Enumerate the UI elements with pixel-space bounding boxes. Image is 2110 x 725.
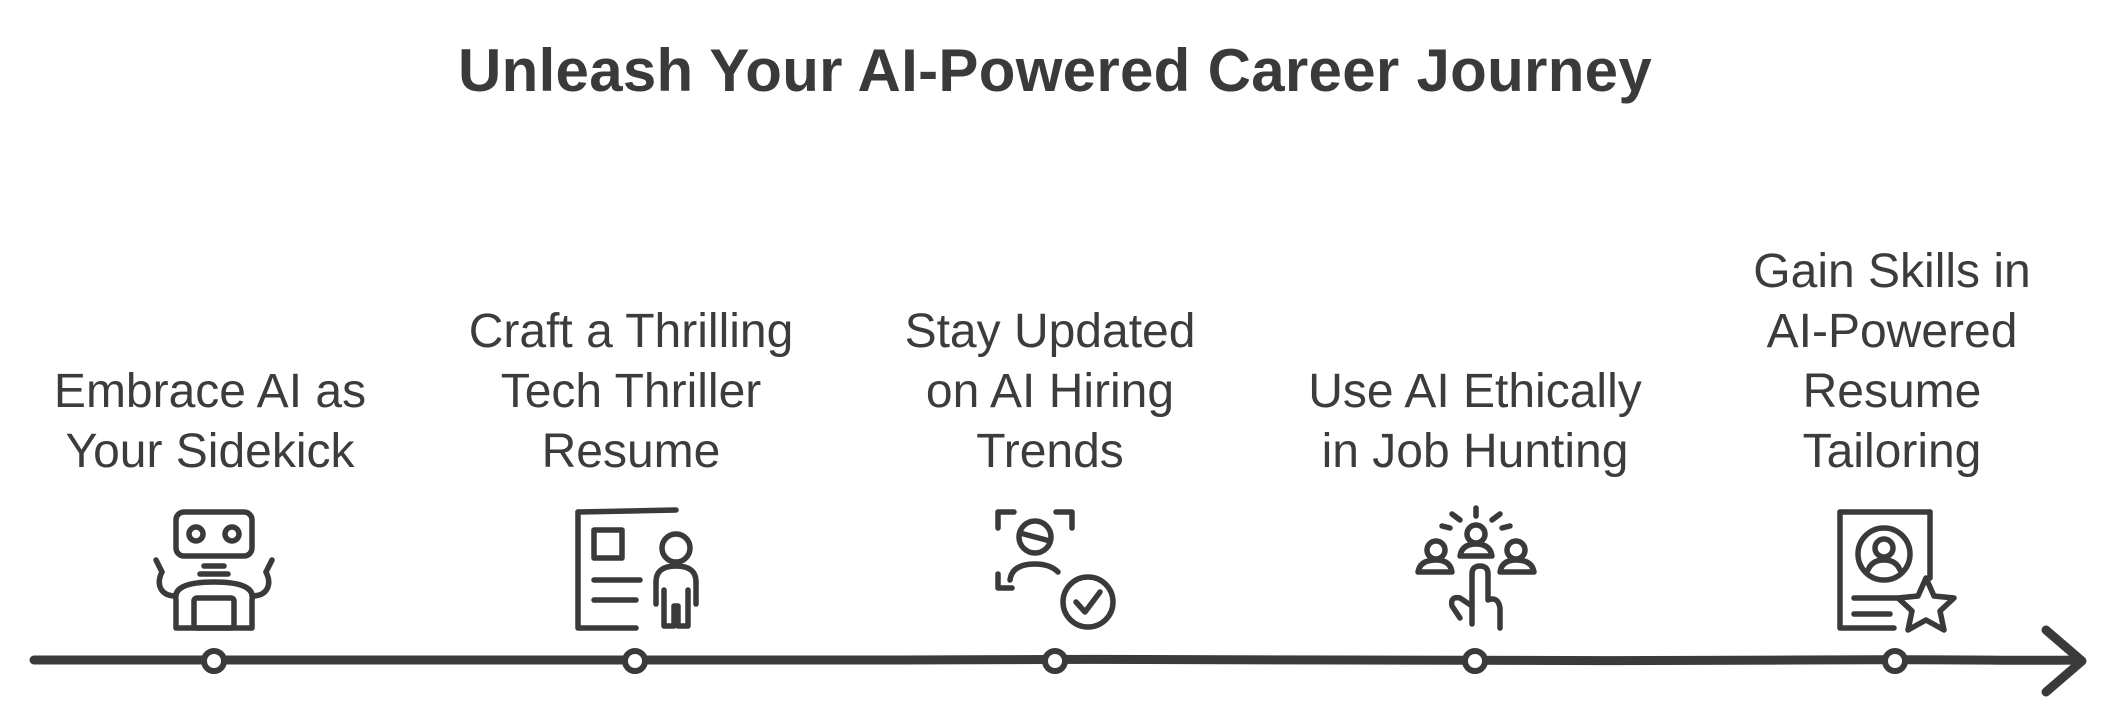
step-2-marker (622, 648, 648, 674)
step-5-marker (1882, 648, 1908, 674)
people-hand-pointer-icon (1415, 505, 1537, 631)
profile-document-star-icon (1837, 509, 1957, 633)
face-scan-check-icon (995, 509, 1116, 630)
timeline-diagram (29, 505, 2087, 697)
step-4-marker (1462, 648, 1488, 674)
step-1-marker (201, 648, 227, 674)
robot-icon (153, 509, 275, 631)
step-3-marker (1042, 648, 1068, 674)
resume-person-icon (575, 507, 699, 631)
